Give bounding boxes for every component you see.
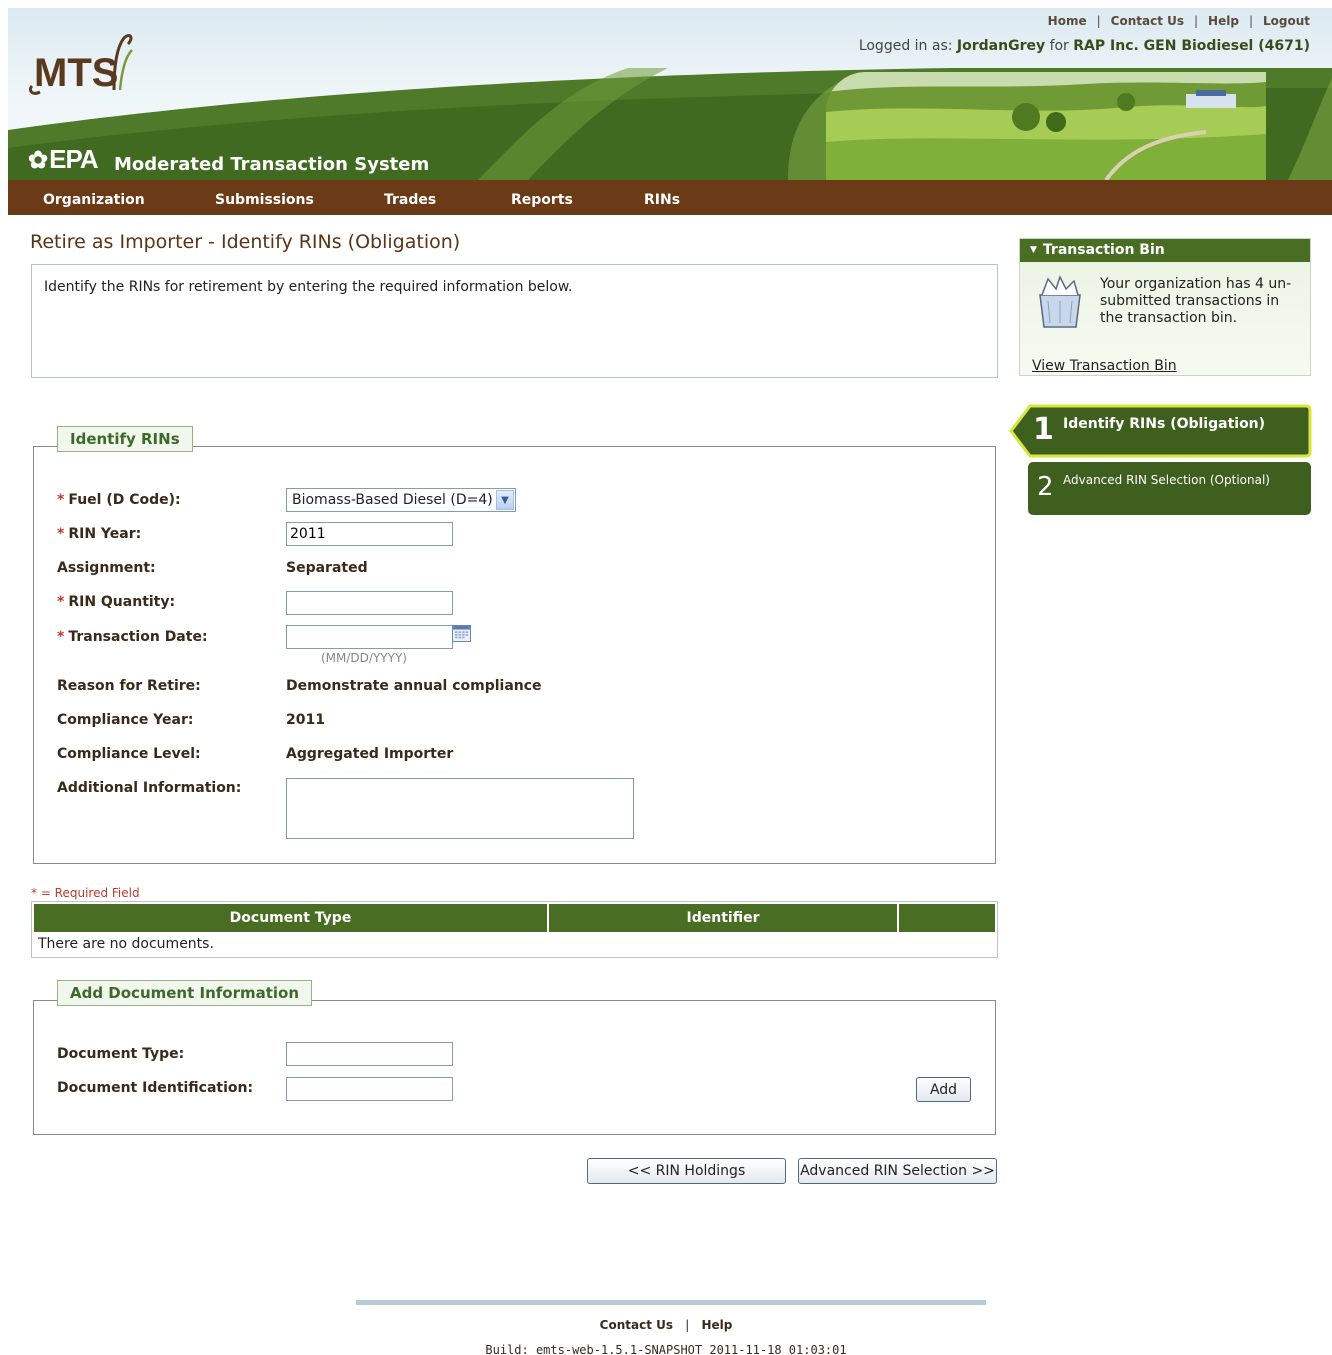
main-nav: Organization Submissions Trades Reports … (8, 180, 1332, 215)
documents-table-header: Document Type Identifier (34, 904, 995, 932)
intro-box: Identify the RINs for retirement by ente… (31, 264, 998, 378)
nav-reports[interactable]: Reports (511, 192, 573, 208)
view-transaction-bin-link[interactable]: View Transaction Bin (1032, 358, 1177, 374)
assignment-label: Assignment: (57, 560, 156, 576)
required-field-note: * = Required Field (31, 886, 140, 900)
step-1-identify-rins[interactable]: 1 Identify RINs (Obligation) (1008, 404, 1312, 458)
organization-name: RAP Inc. GEN Biodiesel (4671) (1073, 38, 1310, 54)
for-word: for (1049, 38, 1069, 54)
collapse-arrow-icon: ▼ (1030, 245, 1037, 255)
add-document-legend: Add Document Information (57, 980, 313, 1006)
calendar-icon[interactable] (452, 625, 471, 642)
required-marker: * (57, 629, 65, 645)
rin-year-input[interactable] (286, 522, 453, 546)
documents-table: Document Type Identifier There are no do… (31, 901, 998, 958)
step-2-label: Advanced RIN Selection (Optional) (1063, 473, 1270, 487)
compliance-year-label: Compliance Year: (57, 712, 194, 728)
epa-flower-icon: ✿ (28, 147, 48, 174)
document-type-label: Document Type: (57, 1046, 185, 1062)
logged-in-prefix: Logged in as: (858, 38, 953, 54)
footer-divider (356, 1300, 986, 1305)
mts-logo[interactable]: MTS (26, 28, 136, 98)
transaction-bin-title: Transaction Bin (1042, 242, 1165, 258)
transaction-date-input[interactable] (286, 625, 453, 649)
top-links: Home | Contact Us | Help | Logout (1048, 14, 1310, 28)
step-2-number: 2 (1037, 472, 1054, 502)
user-name: JordanGrey (956, 38, 1046, 54)
logged-in-status: Logged in as: JordanGrey for RAP Inc. GE… (859, 38, 1310, 54)
separator: | (1248, 14, 1253, 28)
transaction-bin-icon (1039, 275, 1081, 328)
add-document-button[interactable]: Add (916, 1077, 971, 1102)
footer-help-link[interactable]: Help (701, 1318, 732, 1332)
nav-rins[interactable]: RINs (644, 192, 680, 208)
intro-text: Identify the RINs for retirement by ente… (44, 279, 573, 295)
nav-submissions[interactable]: Submissions (215, 192, 314, 208)
separator: | (1096, 14, 1101, 28)
identify-rins-legend: Identify RINs (57, 426, 193, 452)
document-identification-label: Document Identification: (57, 1080, 254, 1096)
site-header: Home | Contact Us | Help | Logout Logged… (8, 8, 1332, 180)
column-header-identifier[interactable]: Identifier (549, 904, 899, 932)
reason-label: Reason for Retire: (57, 678, 201, 694)
required-marker: * (57, 526, 65, 542)
rin-quantity-label: * RIN Quantity: (57, 594, 176, 610)
required-marker: * (57, 594, 65, 610)
rin-year-label: * RIN Year: (57, 526, 142, 542)
reason-value: Demonstrate annual compliance (286, 678, 542, 694)
separator: | (1194, 14, 1199, 28)
build-info: Build: emts-web-1.5.1-SNAPSHOT 2011-11-1… (485, 1343, 847, 1355)
required-marker: * (57, 492, 65, 508)
column-header-document-type[interactable]: Document Type (34, 904, 549, 932)
separator: | (685, 1318, 690, 1332)
step-1-label: Identify RINs (Obligation) (1063, 416, 1266, 432)
transaction-bin-message: Your organization has 4 un-submitted tra… (1100, 276, 1292, 326)
compliance-year-value: 2011 (286, 712, 325, 728)
document-identification-input[interactable] (286, 1077, 453, 1101)
step-1-number: 1 (1033, 412, 1054, 447)
advanced-rin-selection-button[interactable]: Advanced RIN Selection >> (798, 1158, 997, 1184)
epa-text: EPA (49, 144, 99, 174)
add-document-fieldset (33, 1000, 996, 1135)
fuel-select-value: Biomass-Based Diesel (D=4) (292, 492, 493, 508)
fuel-dcode-select[interactable]: Biomass-Based Diesel (D=4) ▼ (286, 488, 516, 512)
additional-info-label: Additional Information: (57, 780, 242, 796)
transaction-bin-panel: ▼ Transaction Bin Your organization has 4… (1019, 238, 1311, 376)
transaction-bin-header[interactable]: ▼ Transaction Bin (1020, 239, 1310, 262)
assignment-value: Separated (286, 560, 368, 576)
help-link[interactable]: Help (1208, 14, 1239, 28)
nav-trades[interactable]: Trades (384, 192, 436, 208)
documents-empty-text: There are no documents. (38, 936, 214, 952)
logout-link[interactable]: Logout (1263, 14, 1310, 28)
footer-contact-us-link[interactable]: Contact Us (600, 1318, 673, 1332)
footer-links: Contact Us | Help (0, 1318, 1332, 1332)
contact-us-link[interactable]: Contact Us (1111, 14, 1184, 28)
additional-info-textarea[interactable] (286, 778, 634, 839)
rin-holdings-button[interactable]: << RIN Holdings (587, 1158, 786, 1184)
system-title: Moderated Transaction System (114, 154, 430, 175)
landscape-banner-image (826, 72, 1266, 180)
document-type-input[interactable] (286, 1042, 453, 1066)
column-header-actions (899, 904, 995, 932)
nav-organization[interactable]: Organization (43, 192, 145, 208)
epa-logo[interactable]: ✿EPA (28, 144, 99, 175)
mts-logo-text: MTS (34, 51, 118, 95)
date-format-hint: (MM/DD/YYYY) (321, 651, 407, 665)
step-2-advanced-rin-selection[interactable]: 2 Advanced RIN Selection (Optional) (1028, 462, 1311, 515)
page-title: Retire as Importer - Identify RINs (Obli… (30, 231, 461, 253)
fuel-label: * Fuel (D Code): (57, 492, 181, 508)
rin-quantity-input[interactable] (286, 591, 453, 615)
compliance-level-label: Compliance Level: (57, 746, 201, 762)
home-link[interactable]: Home (1048, 14, 1087, 28)
compliance-level-value: Aggregated Importer (286, 746, 454, 762)
chevron-down-icon[interactable]: ▼ (496, 490, 514, 510)
transaction-date-label: * Transaction Date: (57, 629, 208, 645)
